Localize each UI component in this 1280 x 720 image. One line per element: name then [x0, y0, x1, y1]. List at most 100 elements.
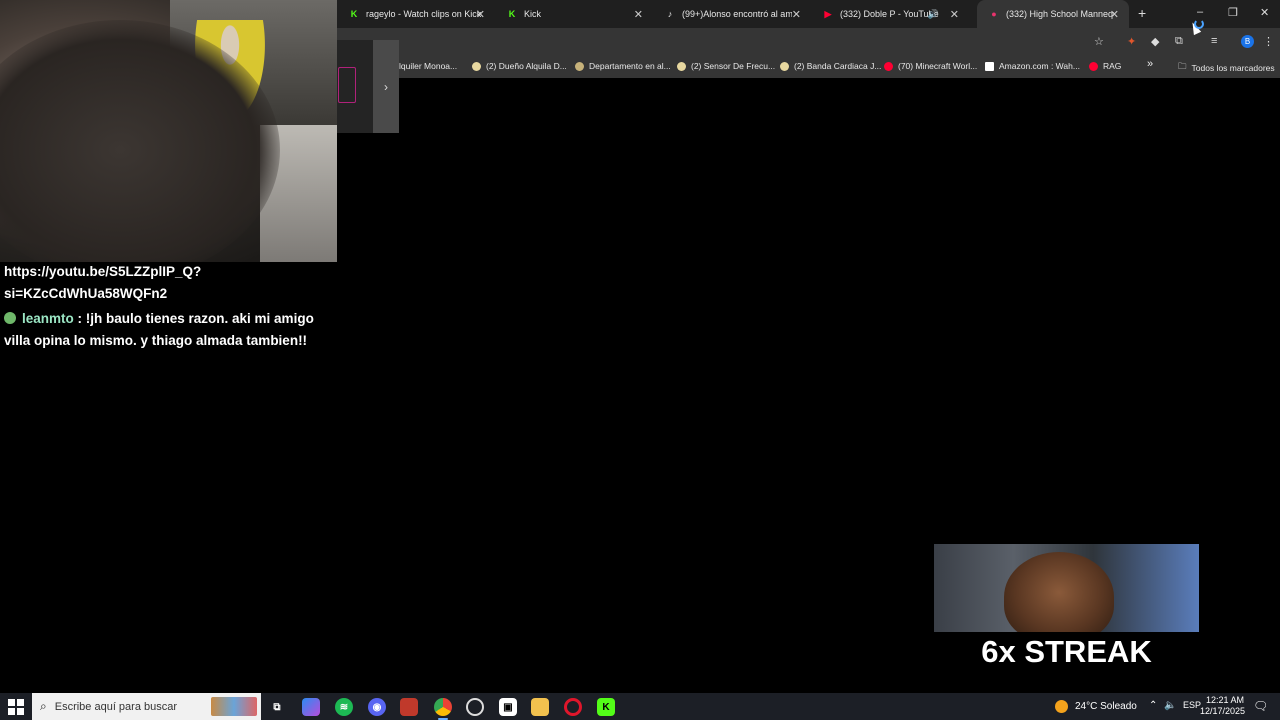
streak-label: 6x STREAK: [981, 634, 1152, 669]
close-tab-icon[interactable]: ✕: [476, 8, 485, 21]
star-icon[interactable]: ☆: [1094, 35, 1104, 48]
bookmarks-bar: lquiler Monoa... (2) Dueño Alquila D... …: [337, 55, 1280, 78]
discord-icon[interactable]: ◉: [368, 698, 386, 716]
volume-icon[interactable]: 🔈: [1164, 700, 1176, 711]
folder-icon: 🗀: [1178, 61, 1187, 71]
bookmark-favicon: [472, 61, 481, 71]
close-tab-icon[interactable]: ✕: [1110, 8, 1119, 21]
tab-rageylo[interactable]: K rageylo - Watch clips on Kick ✕: [337, 0, 495, 28]
bookmark-item[interactable]: RAG: [1089, 61, 1121, 71]
restore-button[interactable]: ❐: [1228, 6, 1238, 19]
system-clock[interactable]: 12:21 AM 12/17/2025: [1200, 695, 1246, 717]
extension-icon[interactable]: ◆: [1151, 35, 1159, 48]
menu-icon[interactable]: ⋮: [1263, 35, 1274, 48]
tab-title: (332) Doble P - YouTube: [840, 9, 939, 19]
chat-text: !jh baulo tienes razon. aki mi amigo: [85, 311, 314, 326]
bookmark-label: Amazon.com : Wah...: [999, 61, 1080, 71]
chat-text: villa opina lo mismo. y thiago almada ta…: [4, 332, 308, 348]
chat-separator: :: [73, 311, 86, 326]
bookmark-item[interactable]: (70) Minecraft Worl...: [884, 61, 977, 71]
bookmark-label: lquiler Monoa...: [399, 61, 458, 71]
browser-toolbar: ☆ ✦ ◆ ⧉ ≡ B ⋮: [337, 28, 1280, 55]
copilot-icon[interactable]: [302, 698, 320, 716]
spotify-icon[interactable]: ≋: [335, 698, 353, 716]
tab-tiktok[interactable]: ♪ (99+)Alonso encontró al amor ✕: [653, 0, 811, 28]
search-placeholder: Escribe aquí para buscar: [54, 700, 178, 713]
weather-widget[interactable]: 24°C Soleado: [1055, 700, 1137, 713]
bookmarks-overflow-button[interactable]: »: [1147, 58, 1153, 70]
streak-image: [934, 544, 1199, 632]
bookmark-favicon: [780, 61, 789, 71]
bookmark-label: Todos los marcadores: [1191, 63, 1275, 73]
kick-icon: K: [508, 9, 516, 19]
bookmark-item[interactable]: lquiler Monoa...: [399, 61, 457, 71]
tab-title: rageylo - Watch clips on Kick: [366, 9, 482, 19]
streak-face: [1004, 552, 1114, 632]
minimize-button[interactable]: –: [1197, 6, 1203, 18]
tiktok-icon: ♪: [667, 9, 673, 19]
notification-icon[interactable]: 🗨: [1253, 699, 1268, 713]
chat-overlay: https://youtu.be/S5LZZplIP_Q? si=KZcCdWh…: [4, 261, 334, 351]
bookmark-label: (2) Banda Cardiaca J...: [794, 61, 882, 71]
chat-link: https://youtu.be/S5LZZplIP_Q?: [4, 264, 202, 279]
new-tab-button[interactable]: +: [1138, 5, 1146, 21]
game-app-icon[interactable]: [400, 698, 418, 716]
speaker-icon[interactable]: 🔊: [928, 9, 939, 20]
tab-title: Kick: [524, 9, 542, 19]
youtube-icon: [1089, 61, 1098, 71]
all-bookmarks-folder[interactable]: 🗀 Todos los marcadores: [1178, 61, 1275, 75]
bookmark-item[interactable]: Departamento en al...: [575, 61, 671, 71]
weather-text: 24°C Soleado: [1075, 701, 1137, 712]
extension-icon[interactable]: ✦: [1127, 35, 1136, 48]
youtube-icon: ▶: [824, 8, 832, 19]
browser-tab-bar: K rageylo - Watch clips on Kick ✕ K Kick…: [337, 0, 1280, 28]
youtube-icon: [884, 61, 893, 71]
bookmark-label: (2) Sensor De Frecu...: [691, 61, 776, 71]
tab-high-school-mannequin[interactable]: ● (332) High School Mannequin ✕: [977, 0, 1129, 28]
clock-time: 12:21 AM: [1205, 695, 1244, 705]
bookmark-favicon: [575, 61, 584, 71]
close-tab-icon[interactable]: ✕: [950, 8, 959, 21]
chat-link: si=KZcCdWhUa58WQFn2: [4, 285, 168, 301]
media-app-icon[interactable]: ▣: [499, 698, 517, 716]
chat-message: https://youtu.be/S5LZZplIP_Q? si=KZcCdWh…: [4, 261, 334, 304]
chevron-right-icon: ›: [384, 79, 388, 94]
windows-start-icon[interactable]: [8, 699, 24, 715]
chrome-icon[interactable]: [434, 698, 452, 720]
youtube-icon: ●: [991, 9, 997, 19]
clock-date: 12/17/2025: [1200, 706, 1246, 716]
taskbar-search-box[interactable]: ⌕ Escribe aquí para buscar: [32, 693, 261, 720]
profile-avatar[interactable]: B: [1241, 35, 1254, 48]
tab-title: (99+)Alonso encontró al amor: [682, 9, 792, 19]
bookmark-item[interactable]: (2) Dueño Alquila D...: [472, 61, 567, 71]
obs-icon[interactable]: [466, 698, 484, 716]
amazon-icon: [985, 61, 994, 71]
chevron-up-icon[interactable]: ⌃: [1149, 700, 1157, 711]
bookmark-item[interactable]: (2) Banda Cardiaca J...: [780, 61, 881, 71]
close-tab-icon[interactable]: ✕: [792, 8, 801, 21]
kick-icon[interactable]: K: [597, 698, 615, 716]
opera-icon[interactable]: [564, 698, 582, 716]
puzzle-icon[interactable]: ⧉: [1175, 35, 1183, 48]
webcam-overlay: [0, 0, 337, 262]
loading-spinner-icon: [1194, 19, 1204, 29]
panel-next-button[interactable]: ›: [373, 40, 399, 133]
bookmark-favicon: [677, 61, 686, 71]
close-window-button[interactable]: ✕: [1260, 6, 1269, 19]
bookmark-item[interactable]: (2) Sensor De Frecu...: [677, 61, 775, 71]
user-badge-icon: [4, 312, 16, 324]
media-control-icon[interactable]: ≡: [1211, 35, 1217, 47]
panel-thumbnail: [338, 67, 356, 103]
tab-youtube-doble-p[interactable]: ▶ (332) Doble P - YouTube 🔊 ✕: [811, 0, 969, 28]
file-explorer-icon[interactable]: [531, 698, 549, 716]
bookmark-label: (70) Minecraft Worl...: [898, 61, 978, 71]
bookmark-item[interactable]: Amazon.com : Wah...: [985, 61, 1080, 71]
search-icon: ⌕: [40, 699, 47, 713]
search-highlight-image: [211, 697, 257, 716]
task-view-icon[interactable]: ⧉: [268, 698, 286, 716]
tab-kick[interactable]: K Kick ✕: [495, 0, 653, 28]
bookmark-label: Departamento en al...: [589, 61, 671, 71]
kick-icon: K: [350, 9, 358, 19]
language-indicator[interactable]: ESP: [1183, 700, 1201, 710]
close-tab-icon[interactable]: ✕: [634, 8, 643, 21]
